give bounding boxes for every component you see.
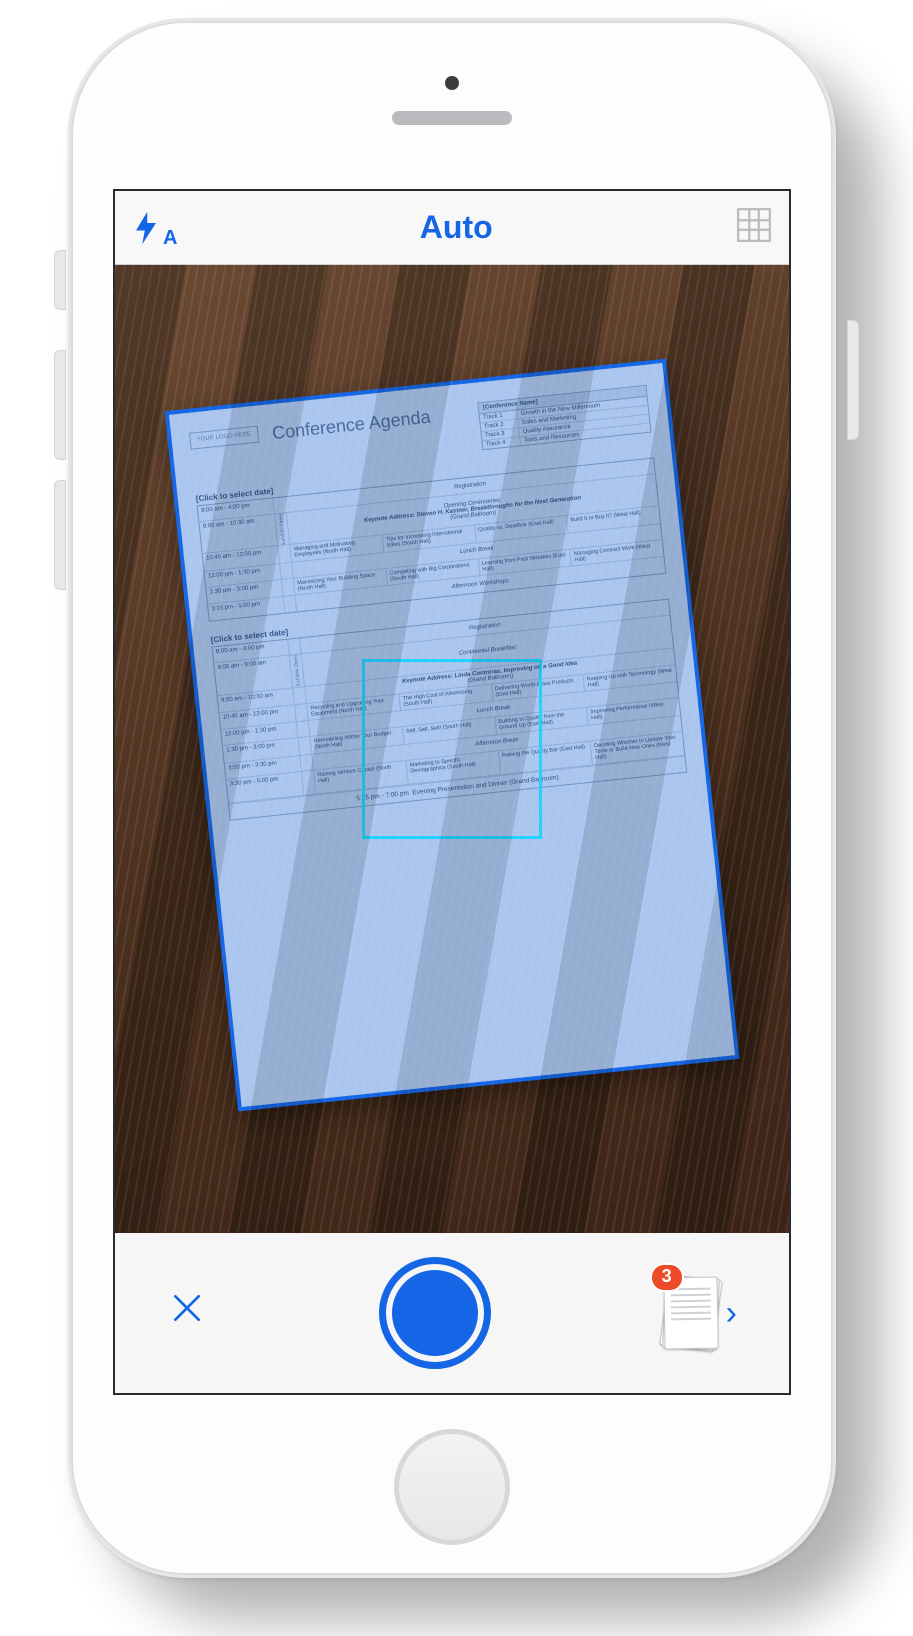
volume-down-button bbox=[54, 480, 66, 590]
grid-toggle-button[interactable] bbox=[735, 206, 773, 249]
flash-mode-button[interactable]: A bbox=[131, 210, 177, 246]
tracks-table: [Conference Name] Track 1Growth in the N… bbox=[477, 385, 651, 451]
shutter-icon bbox=[392, 1270, 478, 1356]
scan-count-badge: 3 bbox=[650, 1263, 684, 1292]
flash-mode-indicator: A bbox=[163, 227, 177, 250]
day2-date: [Click to select date] bbox=[210, 588, 668, 645]
camera-viewport[interactable]: YOUR LOGO HERE Conference Agenda [Confer… bbox=[115, 265, 789, 1233]
chevron-right-icon: › bbox=[726, 1294, 737, 1333]
focus-indicator bbox=[362, 659, 542, 839]
scanned-pages-button[interactable]: 3 › bbox=[664, 1277, 737, 1349]
document-preview: YOUR LOGO HERE Conference Agenda [Confer… bbox=[167, 361, 737, 1109]
page-stack-icon: 3 bbox=[664, 1277, 718, 1349]
flash-icon bbox=[131, 210, 161, 246]
power-button bbox=[847, 320, 859, 440]
home-button bbox=[394, 1429, 510, 1545]
day1-schedule: 8:00 am - 4:00 pmRegistration 9:00 am - … bbox=[197, 457, 667, 622]
close-icon bbox=[167, 1288, 207, 1328]
document-title: Conference Agenda bbox=[271, 404, 465, 444]
day2-footer: 5:15 pm - 7:00 pm Evening Presentation a… bbox=[229, 756, 686, 820]
scanner-bottombar: 3 › bbox=[115, 1233, 789, 1393]
earpiece-speaker bbox=[392, 111, 512, 125]
capture-mode-button[interactable]: Auto bbox=[420, 209, 493, 246]
scanner-topbar: A Auto bbox=[115, 191, 789, 265]
conference-name-label: [Conference Name] bbox=[478, 386, 646, 415]
grid-icon bbox=[735, 206, 773, 244]
front-camera bbox=[445, 76, 459, 90]
volume-up-button bbox=[54, 350, 66, 460]
logo-placeholder: YOUR LOGO HERE bbox=[189, 426, 259, 450]
cancel-button[interactable] bbox=[167, 1288, 207, 1339]
shutter-button[interactable] bbox=[379, 1257, 491, 1369]
detected-document: YOUR LOGO HERE Conference Agenda [Confer… bbox=[167, 361, 737, 1109]
app-screen: A Auto YOUR LOGO HERE Conference Agenda … bbox=[113, 189, 791, 1395]
day2-schedule: 8:00 am - 4:00 pmRegistration 8:00 am - … bbox=[211, 599, 687, 820]
phone-frame: A Auto YOUR LOGO HERE Conference Agenda … bbox=[68, 18, 836, 1578]
mute-switch bbox=[54, 250, 66, 310]
detection-outline bbox=[165, 359, 740, 1112]
day1-date: [Click to select date] bbox=[195, 446, 653, 503]
